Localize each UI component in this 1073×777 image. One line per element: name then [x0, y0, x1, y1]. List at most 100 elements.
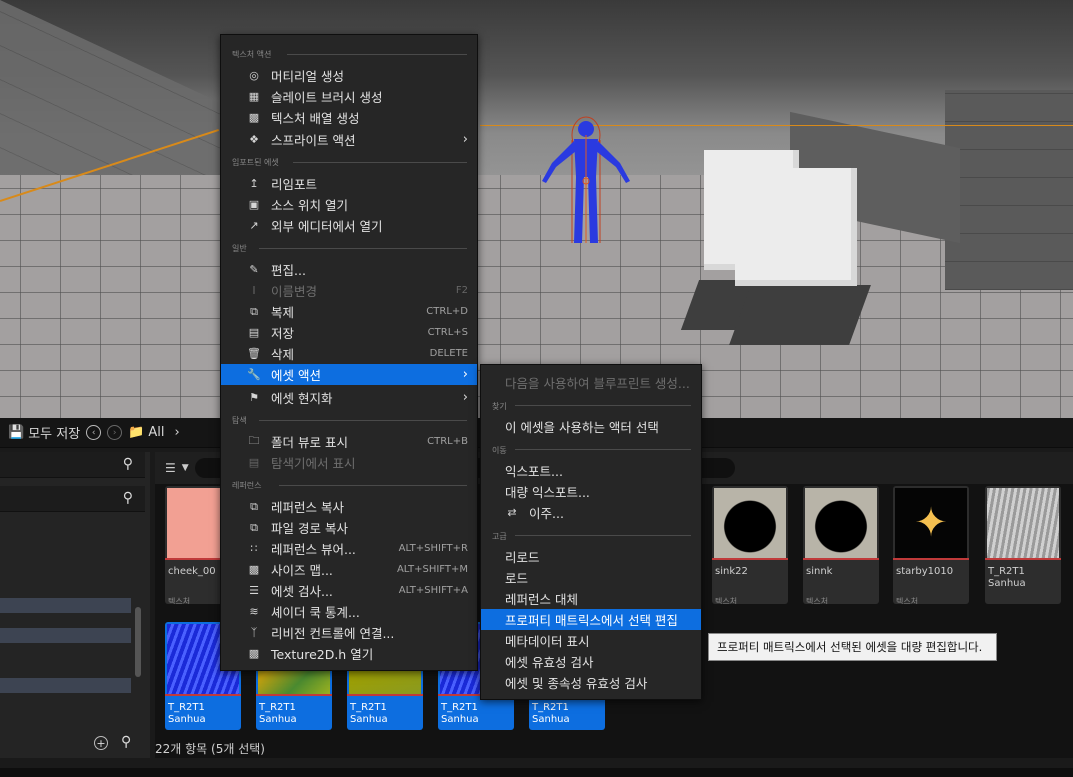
divider	[259, 248, 467, 249]
section-header: 임포트된 에셋	[232, 158, 279, 167]
menu-item-label: 삭제	[271, 347, 295, 362]
menu-item-label: 파일 경로 복사	[271, 521, 348, 536]
bottom-bar	[0, 768, 1073, 777]
menu-item-duplicate[interactable]: ⧉ 복제 CTRL+D	[221, 301, 477, 322]
menu-item-show-in-folder[interactable]: 🗀 폴더 뷰로 표시 CTRL+B	[221, 431, 477, 452]
migrate-icon: ⇄	[507, 506, 517, 519]
menu-item-create-blueprint[interactable]: 다음을 사용하여 블루프린트 생성...	[481, 372, 701, 393]
shortcut-label: ALT+SHIFT+R	[398, 543, 468, 554]
menu-item-texture-array[interactable]: ▩ 텍스처 배열 생성	[221, 107, 477, 128]
menu-item-label: 에셋 유효성 검사	[505, 655, 594, 670]
menu-item-replace-references[interactable]: 레퍼런스 대체	[481, 588, 701, 609]
duplicate-icon: ⧉	[250, 304, 258, 318]
asset-thumbnail: ✦	[895, 488, 967, 558]
menu-item-open-source[interactable]: ▣ 소스 위치 열기	[221, 194, 477, 215]
menu-item-load[interactable]: 로드	[481, 567, 701, 588]
asset-type-bar	[985, 558, 1061, 560]
shortcut-label: CTRL+B	[427, 436, 468, 447]
star-icon: ✦	[914, 500, 948, 546]
search-bar[interactable]: ⚲	[0, 452, 145, 478]
cube-mesh[interactable]	[735, 168, 857, 286]
divider	[515, 405, 691, 406]
rename-icon: I	[252, 284, 256, 297]
path-all[interactable]: 📁 All ›	[128, 425, 180, 440]
menu-item-label: 레퍼런스 뷰어...	[271, 542, 356, 557]
pencil-icon: ✎	[249, 263, 259, 276]
menu-item-label: 폴더 뷰로 표시	[271, 435, 348, 450]
menu-item-asset-actions[interactable]: 🔧 에셋 액션 ›	[221, 364, 477, 385]
asset-tile[interactable]: ✦ starby1010 텍스처	[893, 486, 969, 604]
save-icon: 💾	[8, 425, 25, 440]
search-icon: ⚲	[122, 490, 133, 506]
level-viewport[interactable]	[0, 0, 1073, 418]
menu-item-show-metadata[interactable]: 메타데이터 표시	[481, 630, 701, 651]
menu-item-label: 소스 위치 열기	[271, 198, 348, 213]
scrollbar[interactable]	[135, 607, 141, 677]
menu-item-property-matrix[interactable]: 프로퍼티 매트릭스에서 선택 편집	[481, 609, 701, 630]
search-bar[interactable]: ⚲	[0, 486, 145, 512]
add-icon[interactable]: +	[94, 736, 108, 750]
menu-item-revision-control[interactable]: ᛉ 리비전 컨트롤에 연결...	[221, 622, 477, 643]
menu-item-copy-path[interactable]: ⧉ 파일 경로 복사	[221, 517, 477, 538]
menu-item-label: 리비전 컨트롤에 연결...	[271, 626, 395, 641]
menu-item-reference-viewer[interactable]: ∷ 레퍼런스 뷰어... ALT+SHIFT+R	[221, 538, 477, 559]
menu-item-copy-reference[interactable]: ⧉ 레퍼런스 복사	[221, 496, 477, 517]
menu-item-export[interactable]: 익스포트...	[481, 460, 701, 481]
section-header: 탐색	[232, 416, 247, 425]
menu-item-delete[interactable]: 🗑 삭제 DELETE	[221, 343, 477, 364]
menu-item-create-material[interactable]: ◎ 머티리얼 생성	[221, 65, 477, 86]
status-text: 22개 항목 (5개 선택)	[155, 742, 265, 756]
menu-item-validate-asset[interactable]: 에셋 유효성 검사	[481, 651, 701, 672]
character-mannequin[interactable]	[538, 115, 634, 250]
menu-item-audit[interactable]: ☰ 에셋 검사... ALT+SHIFT+A	[221, 580, 477, 601]
copy-path-icon: ⧉	[250, 520, 258, 534]
menu-item-label: 복제	[271, 305, 295, 320]
menu-item-shader-stats[interactable]: ≋ 셰이더 쿡 통계...	[221, 601, 477, 622]
folder-row[interactable]	[0, 678, 131, 693]
asset-type: 텍스처	[806, 597, 829, 604]
save-all-button[interactable]: 💾 모두 저장	[8, 423, 80, 442]
menu-item-validate-dependencies[interactable]: 에셋 및 종속성 유효성 검사	[481, 672, 701, 693]
menu-item-localize[interactable]: ⚑ 에셋 현지화 ›	[221, 387, 477, 408]
chevron-down-icon[interactable]: ▼	[182, 463, 189, 473]
menu-item-open-external[interactable]: ↗ 외부 에디터에서 열기	[221, 215, 477, 236]
menu-item-sprite-actions[interactable]: ❖ 스프라이트 액션 ›	[221, 129, 477, 150]
asset-type: 텍스처	[896, 597, 919, 604]
forward-icon[interactable]: ›	[107, 425, 123, 440]
menu-item-show-in-explorer[interactable]: ▤ 탐색기에서 표시	[221, 452, 477, 473]
reference-viewer-icon: ∷	[250, 542, 258, 555]
section-header: 고급	[492, 532, 507, 541]
menu-item-create-brush[interactable]: ▦ 슬레이트 브러시 생성	[221, 86, 477, 107]
menu-item-rename[interactable]: I 이름변경 F2	[221, 280, 477, 301]
menu-item-edit[interactable]: ✎ 편집...	[221, 259, 477, 280]
menu-item-reload[interactable]: 리로드	[481, 546, 701, 567]
menu-item-reimport[interactable]: ↥ 리임포트	[221, 173, 477, 194]
folder-row[interactable]	[0, 598, 131, 613]
menu-item-label: 탐색기에서 표시	[271, 456, 356, 471]
asset-type-bar	[165, 694, 241, 696]
menu-item-select-actors[interactable]: 이 에셋을 사용하는 액터 선택	[481, 416, 701, 437]
asset-type-bar	[803, 558, 879, 560]
asset-tile[interactable]: sinnk 텍스처	[803, 486, 879, 604]
menu-item-save[interactable]: ▤ 저장 CTRL+S	[221, 322, 477, 343]
menu-item-label: 레퍼런스 대체	[505, 592, 578, 607]
menu-item-size-map[interactable]: ▩ 사이즈 맵... ALT+SHIFT+M	[221, 559, 477, 580]
folder-row[interactable]	[0, 628, 131, 643]
asset-actions-submenu: 다음을 사용하여 블루프린트 생성... 찾기 이 에셋을 사용하는 액터 선택…	[480, 364, 702, 700]
menu-item-open-header[interactable]: ▩ Texture2D.h 열기	[221, 643, 477, 664]
menu-item-label: 텍스처 배열 생성	[271, 111, 360, 126]
asset-tile[interactable]: T_R2T1 Sanhua	[985, 486, 1061, 604]
shortcut-label: F2	[455, 285, 468, 296]
filter-icon[interactable]: ☰	[165, 461, 176, 475]
menu-item-migrate[interactable]: ⇄ 이주...	[481, 502, 701, 523]
search-icon: ⚲	[122, 456, 133, 472]
back-icon[interactable]: ‹	[86, 425, 102, 440]
search-icon[interactable]: ⚲	[121, 734, 131, 750]
external-editor-icon: ↗	[249, 219, 259, 232]
save-icon: ▤	[248, 326, 260, 339]
chevron-right-icon: ›	[462, 390, 468, 405]
menu-item-bulk-export[interactable]: 대량 익스포트...	[481, 481, 701, 502]
path-all-label: All	[148, 425, 165, 440]
asset-name: T_R2T1 Sanhua	[168, 702, 206, 725]
asset-tile[interactable]: sink22 텍스처	[712, 486, 788, 604]
